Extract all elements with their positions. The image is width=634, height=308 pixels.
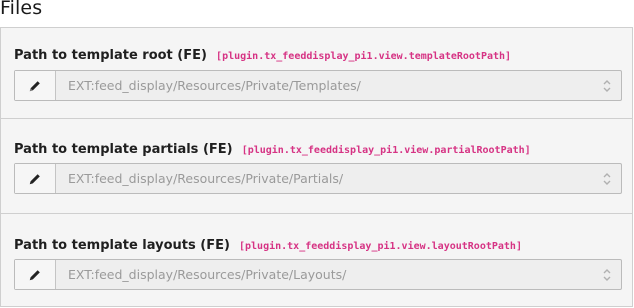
typoscript-path: [plugin.tx_feeddisplay_pi1.view.layoutRo… (239, 241, 522, 252)
chevron-up-down-glyph (603, 79, 611, 92)
chevron-up-down-icon[interactable] (593, 164, 621, 193)
field-label: Path to template layouts (FE) (14, 238, 230, 253)
field-value: EXT:feed_display/Resources/Private/Parti… (68, 171, 344, 186)
chevron-up-down-glyph (603, 268, 611, 281)
field-value: EXT:feed_display/Resources/Private/Templ… (68, 78, 361, 93)
template-partials-section: Path to template partials (FE) [plugin.t… (1, 119, 633, 214)
field-label-row: Path to template partials (FE) [plugin.t… (14, 138, 531, 157)
chevron-up-down-icon[interactable] (593, 71, 621, 100)
field-value: EXT:feed_display/Resources/Private/Layou… (68, 267, 347, 282)
field-label-row: Path to template root (FE) [plugin.tx_fe… (14, 44, 511, 63)
chevron-up-down-icon[interactable] (593, 260, 621, 289)
pencil-icon (29, 269, 40, 280)
chevron-up-down-glyph (603, 172, 611, 185)
field-label-row: Path to template layouts (FE) [plugin.tx… (14, 234, 522, 253)
files-panel: Path to template root (FE) [plugin.tx_fe… (0, 27, 633, 307)
template-layouts-section: Path to template layouts (FE) [plugin.tx… (1, 214, 633, 308)
template-partials-select[interactable]: EXT:feed_display/Resources/Private/Parti… (14, 163, 622, 194)
edit-button[interactable] (15, 260, 56, 289)
template-root-section: Path to template root (FE) [plugin.tx_fe… (1, 28, 633, 119)
template-layouts-select[interactable]: EXT:feed_display/Resources/Private/Layou… (14, 259, 622, 290)
edit-button[interactable] (15, 71, 56, 100)
pencil-icon (29, 80, 40, 91)
typoscript-path: [plugin.tx_feeddisplay_pi1.view.partialR… (241, 145, 531, 156)
edit-button[interactable] (15, 164, 56, 193)
section-heading: Files (0, 0, 43, 19)
pencil-icon (29, 173, 40, 184)
field-label: Path to template root (FE) (14, 48, 207, 63)
template-root-select[interactable]: EXT:feed_display/Resources/Private/Templ… (14, 70, 622, 101)
field-label: Path to template partials (FE) (14, 142, 233, 157)
typoscript-path: [plugin.tx_feeddisplay_pi1.view.template… (216, 51, 512, 62)
